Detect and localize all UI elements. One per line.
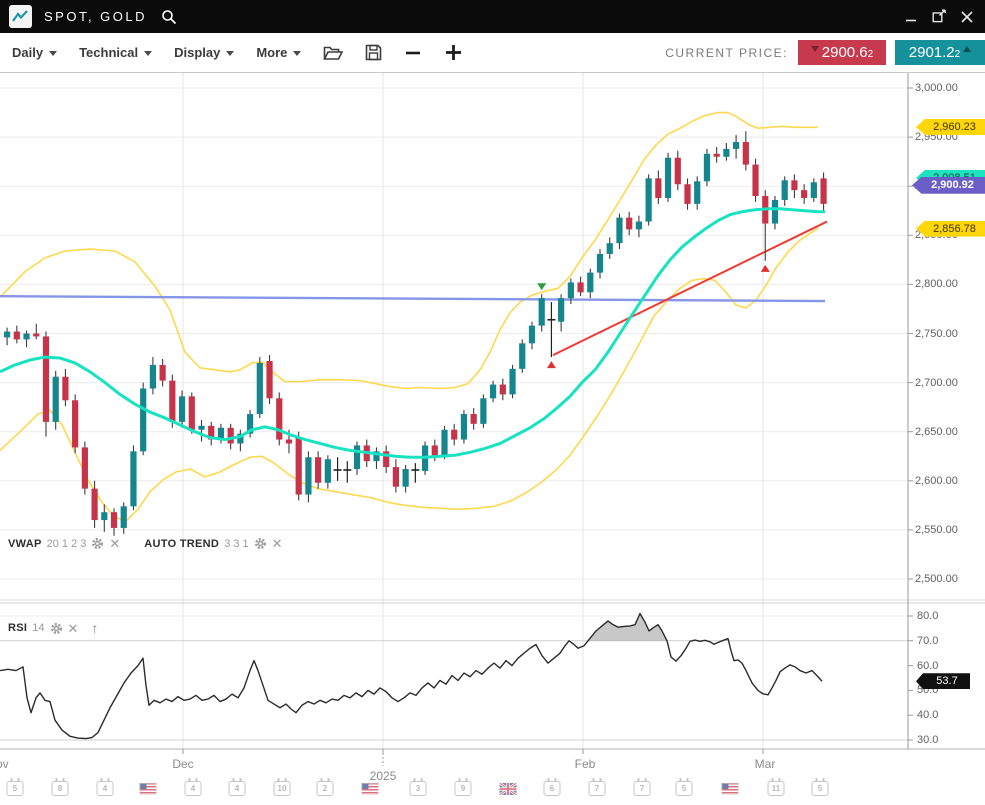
up-arrow-icon [963,46,971,52]
bid-price-value: 2900.6 [822,44,868,61]
calendar-event-icon[interactable]: 8 [52,781,69,796]
chevron-down-icon [293,51,301,56]
time-axis-year-label: 2025 [370,769,397,783]
price-axis-label: 2,750.00 [915,328,958,340]
window-controls [903,9,975,25]
price-axis-label: 3,000.00 [915,82,958,94]
us-flag-icon[interactable] [362,782,379,800]
close-indicator-icon[interactable]: ✕ [68,622,79,635]
open-folder-icon[interactable] [323,45,343,61]
menu-technical[interactable]: Technical [79,45,152,60]
ask-price-badge: 2901.22 [895,40,985,65]
chevron-down-icon [49,51,57,56]
calendar-event-icon[interactable]: 7 [589,781,606,796]
rsi-indicator-params: 14 [32,622,44,634]
menu-more[interactable]: More [256,45,301,60]
title-bar: SPOT, GOLD [0,0,985,33]
rsi-axis-label: 60.0 [917,660,938,672]
menu-timeframe[interactable]: Daily [12,45,57,60]
us-flag-icon[interactable] [140,782,157,800]
rsi-axis-label: 40.0 [917,709,938,721]
close-indicator-icon[interactable]: ✕ [109,537,120,550]
us-flag-icon[interactable] [722,782,739,800]
move-panel-up-icon[interactable]: ↑ [91,620,98,636]
current-price-label: CURRENT PRICE: [665,46,788,60]
zoom-in-icon[interactable] [444,43,463,62]
gear-icon[interactable] [254,537,267,550]
calendar-event-icon[interactable]: 9 [455,781,472,796]
price-tag-band-lower: 2,856.78 [916,221,985,237]
price-axis-label: 2,600.00 [915,475,958,487]
price-axis-label: 2,800.00 [915,278,958,290]
vwap-indicator-row: VWAP 20 1 2 3 ✕ AUTO TREND 3 3 1 ✕ [8,537,283,550]
popout-button[interactable] [931,9,947,25]
time-axis-month-label: Nov [0,757,9,771]
zoom-out-icon[interactable] [404,44,422,62]
calendar-event-icon[interactable]: 4 [185,781,202,796]
price-axis-label: 2,550.00 [915,524,958,536]
calendar-event-icon[interactable]: 5 [676,781,693,796]
chevron-down-icon [144,51,152,56]
menu-more-label: More [256,45,287,60]
calendar-event-icon[interactable]: 11 [768,781,785,796]
rsi-axis-label: 30.0 [917,734,938,746]
menu-display-label: Display [174,45,220,60]
minimize-button[interactable] [903,9,919,25]
rsi-axis-label: 70.0 [917,635,938,647]
time-axis-month-label: Mar [755,757,776,771]
down-arrow-icon [811,46,819,52]
rsi-indicator-row: RSI 14 ✕ ↑ [8,620,98,636]
save-icon[interactable] [365,44,382,61]
calendar-event-icon[interactable]: 4 [229,781,246,796]
price-tag-current-price: 2,900.92 [912,177,985,194]
search-icon[interactable] [161,9,177,25]
calendar-event-icon[interactable]: 4 [97,781,114,796]
menu-technical-label: Technical [79,45,138,60]
close-button[interactable] [959,9,975,25]
calendar-event-icon[interactable]: 6 [544,781,561,796]
chart-canvas[interactable] [0,0,985,805]
calendar-event-icon[interactable]: 3 [410,781,427,796]
trading-app-window: { "window": { "title": "SPOT, GOLD", "co… [0,0,985,805]
autotrend-indicator-name: AUTO TREND [144,538,219,550]
menu-display[interactable]: Display [174,45,234,60]
time-axis-month-label: Dec [172,757,193,771]
price-axis-label: 2,650.00 [915,426,958,438]
calendar-event-icon[interactable]: 5 [812,781,829,796]
gear-icon[interactable] [91,537,104,550]
chevron-down-icon [226,51,234,56]
menu-timeframe-label: Daily [12,45,43,60]
autotrend-indicator-params: 3 3 1 [224,538,248,550]
uk-flag-icon[interactable] [500,782,517,800]
ask-price-pip: 2 [955,49,961,60]
price-axis-label: 2,700.00 [915,377,958,389]
app-logo-icon [9,5,32,28]
symbol-title: SPOT, GOLD [44,9,147,24]
calendar-event-icon[interactable]: 10 [274,781,291,796]
rsi-indicator-name: RSI [8,622,27,634]
calendar-event-icon[interactable]: 7 [634,781,651,796]
price-tag-band-upper: 2,960.23 [916,119,985,135]
time-axis-month-label: Feb [575,757,596,771]
close-indicator-icon[interactable]: ✕ [272,537,283,550]
rsi-value-tag: 53.7 [916,673,970,689]
vwap-indicator-name: VWAP [8,538,42,550]
rsi-axis-label: 80.0 [917,610,938,622]
bid-price-pip: 2 [868,49,874,60]
calendar-event-icon[interactable]: 5 [7,781,24,796]
vwap-indicator-params: 20 1 2 3 [47,538,87,550]
bid-price-badge: 2900.62 [798,40,886,65]
gear-icon[interactable] [50,622,63,635]
ask-price-value: 2901.2 [909,44,955,61]
toolbar: Daily Technical Display More CURRENT PRI… [0,33,985,73]
price-axis-label: 2,500.00 [915,573,958,585]
calendar-event-icon[interactable]: 2 [317,781,334,796]
